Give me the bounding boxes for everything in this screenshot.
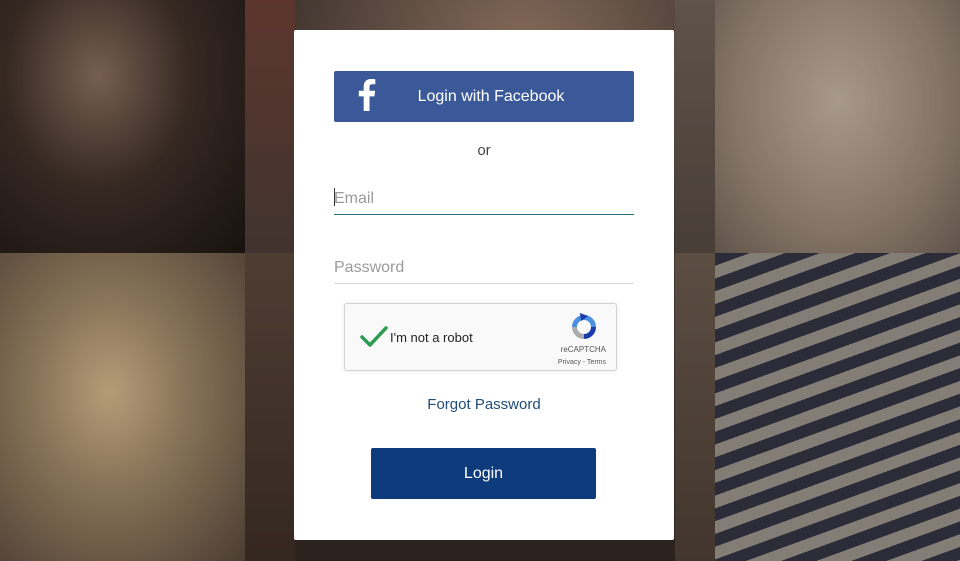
password-field-wrapper <box>334 244 634 284</box>
or-divider: or <box>477 142 491 159</box>
forgot-password-link[interactable]: Forgot Password <box>294 396 674 413</box>
email-field[interactable] <box>334 175 634 214</box>
login-button[interactable]: Login <box>371 448 596 499</box>
recaptcha-brand: reCAPTCHA <box>560 345 606 354</box>
text-caret <box>334 188 335 206</box>
facebook-button-label: Login with Facebook <box>417 87 565 105</box>
password-field[interactable] <box>334 244 634 283</box>
login-card: Login with Facebook or I'm not a robot r… <box>294 30 674 540</box>
email-field-wrapper <box>334 175 634 215</box>
login-with-facebook-button[interactable]: Login with Facebook <box>334 71 634 122</box>
recaptcha-checkmark-icon[interactable] <box>359 324 389 350</box>
recaptcha-label: I'm not a robot <box>390 330 473 345</box>
recaptcha-privacy-terms-link[interactable]: Privacy - Terms <box>558 359 606 366</box>
recaptcha-widget: I'm not a robot reCAPTCHA Privacy - Term… <box>344 303 617 371</box>
recaptcha-logo-icon <box>572 313 596 339</box>
